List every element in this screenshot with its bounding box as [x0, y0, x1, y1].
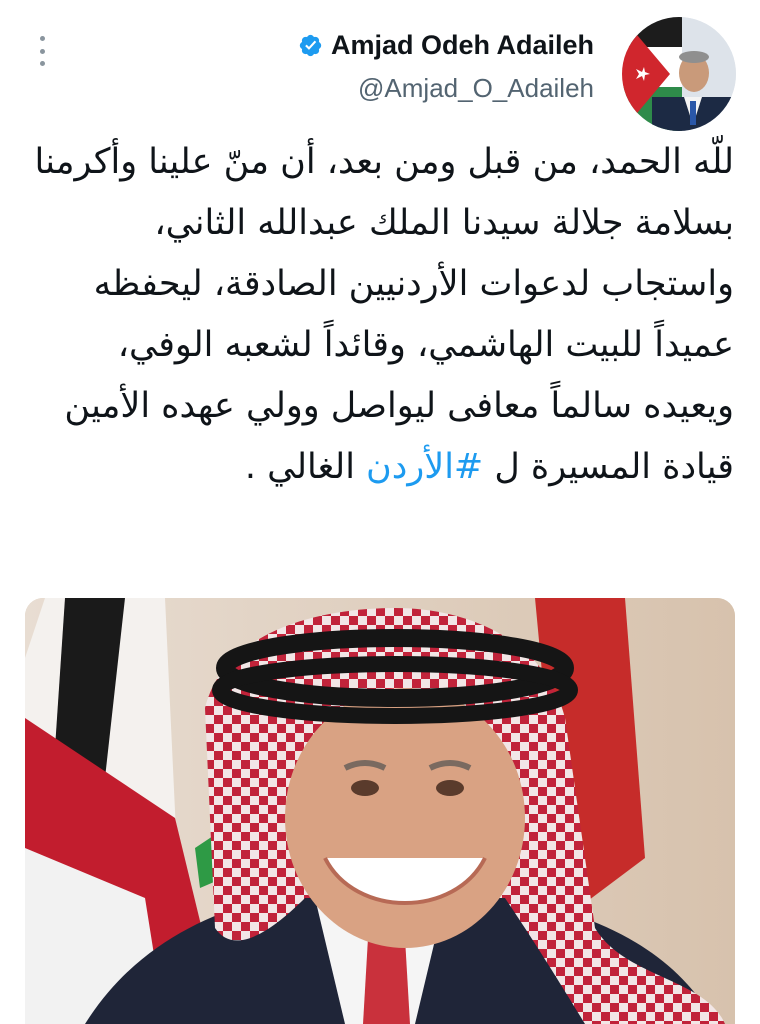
profile-photo: [622, 17, 736, 131]
portrait-image: [25, 598, 735, 1024]
hashtag-link[interactable]: #الأردن: [366, 447, 483, 487]
tweet-text-end: الغالي .: [244, 447, 367, 487]
tweet-text: للّه الحمد، من قبل ومن بعد، أن منّ علينا…: [28, 132, 734, 498]
author-name-row: Amjad Odeh Adaileh: [298, 30, 594, 61]
verified-badge-icon: [299, 34, 322, 57]
author-display-name[interactable]: Amjad Odeh Adaileh: [331, 30, 594, 61]
more-options-button[interactable]: [30, 36, 54, 66]
tweet-media-photo[interactable]: [25, 598, 735, 1024]
tweet-author[interactable]: Amjad Odeh Adaileh @Amjad_O_Adaileh: [298, 30, 594, 104]
more-options-icon: [39, 36, 45, 41]
author-handle[interactable]: @Amjad_O_Adaileh: [298, 73, 594, 104]
avatar[interactable]: [622, 17, 736, 131]
tweet-text-body: للّه الحمد، من قبل ومن بعد، أن منّ علينا…: [34, 142, 734, 487]
